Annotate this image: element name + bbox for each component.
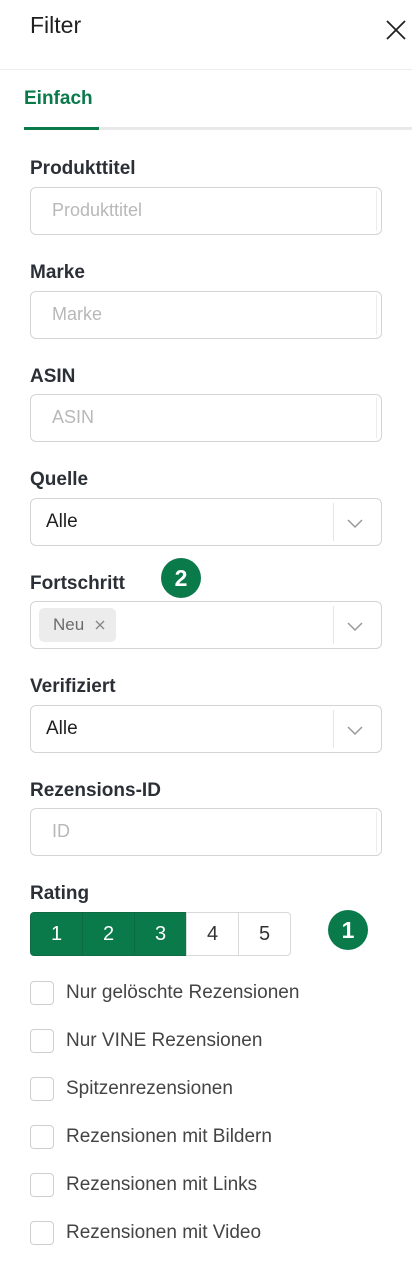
asin-placeholder: ASIN [52,407,95,427]
checkbox-row[interactable]: Rezensionen mit Links [30,1172,257,1198]
checkbox-row[interactable]: Nur VINE Rezensionen [30,1028,262,1054]
rating-label: Rating [30,883,90,904]
checkbox-row[interactable]: Rezensionen mit Bildern [30,1124,272,1150]
checkbox[interactable] [30,1077,54,1101]
source-value: Alle [46,511,78,532]
checkbox-label: Spitzenrezensionen [66,1078,233,1099]
tab-bar: Einfach [0,70,412,130]
chevron-down-icon[interactable] [345,513,365,533]
asin-label: ASIN [30,366,76,387]
checkbox-row[interactable]: Nur gelöschte Rezensionen [30,980,299,1006]
checkbox[interactable] [30,1173,54,1197]
rating-group: 1 2 3 4 5 [30,912,291,956]
progress-tag-label: Neu [53,615,85,634]
select-divider [333,710,334,748]
close-icon[interactable] [384,18,408,42]
asin-input[interactable]: ASIN [30,394,382,442]
rating-button-2[interactable]: 2 [82,912,135,956]
product-title-placeholder: Produkttitel [52,200,143,220]
rating-button-4[interactable]: 4 [186,912,239,956]
step-badge-1: 1 [328,910,368,950]
rating-button-1[interactable]: 1 [30,912,83,956]
product-title-input[interactable]: Produkttitel [30,187,382,235]
input-divider [376,812,377,852]
select-divider [333,503,334,541]
brand-input[interactable]: Marke [30,291,382,339]
source-label: Quelle [30,469,89,490]
review-id-placeholder: ID [52,821,70,841]
input-divider [376,398,377,438]
review-id-label: Rezensions-ID [30,780,161,801]
checkbox-row[interactable]: Rezensionen mit Video [30,1220,261,1246]
verified-value: Alle [46,718,78,739]
checkbox[interactable] [30,981,54,1005]
panel-title: Filter [30,12,82,38]
checkbox[interactable] [30,1029,54,1053]
filter-header: Filter [0,0,412,70]
progress-select[interactable]: Neu [30,601,382,649]
verified-label: Verifiziert [30,676,116,697]
rating-button-3[interactable]: 3 [134,912,187,956]
brand-placeholder: Marke [52,304,103,324]
checkbox-label: Rezensionen mit Bildern [66,1126,272,1147]
progress-tag: Neu [39,608,117,642]
source-select[interactable]: Alle [30,498,382,546]
checkbox-label: Nur gelöschte Rezensionen [66,982,300,1003]
checkbox-row[interactable]: Spitzenrezensionen [30,1076,233,1102]
checkbox-label: Rezensionen mit Video [66,1222,262,1243]
tab-rail [99,127,412,130]
checkbox[interactable] [30,1221,54,1245]
verified-select[interactable]: Alle [30,705,382,753]
active-tab-indicator [24,127,99,130]
review-id-input[interactable]: ID [30,808,382,856]
brand-label: Marke [30,262,85,283]
input-divider [376,295,377,335]
input-divider [376,191,377,231]
rating-button-5[interactable]: 5 [238,912,291,956]
x-icon[interactable] [94,619,106,631]
checkbox-label: Rezensionen mit Links [66,1174,258,1195]
chevron-down-icon[interactable] [345,720,365,740]
step-badge-2: 2 [161,558,201,598]
progress-label: Fortschritt [30,573,125,594]
checkbox-label: Nur VINE Rezensionen [66,1030,263,1051]
select-divider [333,606,334,644]
chevron-down-icon[interactable] [345,616,365,636]
checkbox[interactable] [30,1125,54,1149]
product-title-label: Produkttitel [30,158,136,179]
tab-einfach[interactable]: Einfach [24,88,93,110]
